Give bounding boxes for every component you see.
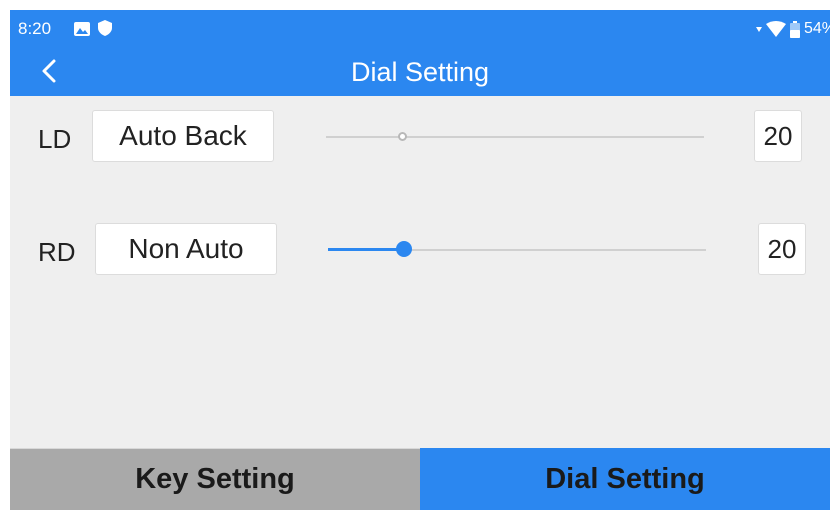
dial-label-ld: LD <box>38 124 72 154</box>
status-right: 54% <box>755 20 830 38</box>
status-bar: 8:20 54% <box>10 10 830 48</box>
slider-thumb <box>397 132 407 141</box>
slider-track <box>326 136 704 138</box>
page-title: Dial Setting <box>350 57 490 87</box>
dial-label-rd: RD <box>38 237 76 267</box>
picture-icon <box>74 22 90 36</box>
dial-slider-rd[interactable] <box>328 241 706 257</box>
data-arrow-icon <box>755 27 762 32</box>
dial-slider-ld <box>326 132 704 141</box>
app-bar: Dial Setting <box>10 48 830 96</box>
dial-value-ld[interactable]: 20 <box>754 110 802 162</box>
screen: 8:20 54% Dial Setting <box>10 10 830 510</box>
battery-percent: 54% <box>803 20 830 37</box>
wifi-icon <box>765 21 786 37</box>
shield-icon <box>98 20 112 36</box>
slider-fill <box>328 248 404 251</box>
dial-value-rd[interactable]: 20 <box>758 223 806 275</box>
dial-mode-button-rd[interactable]: Non Auto <box>95 223 277 275</box>
dial-row-ld: LD Auto Back 20 <box>10 110 830 170</box>
status-time: 8:20 <box>18 19 52 38</box>
bottom-tabs: Key Setting Dial Setting <box>10 448 830 510</box>
dial-row-rd: RD Non Auto 20 <box>10 223 830 283</box>
slider-thumb[interactable] <box>395 241 412 257</box>
dial-mode-button-ld[interactable]: Auto Back <box>92 110 274 162</box>
tab-dial-setting[interactable]: Dial Setting <box>420 448 830 510</box>
battery-icon <box>789 20 800 38</box>
tab-key-setting[interactable]: Key Setting <box>10 448 420 510</box>
